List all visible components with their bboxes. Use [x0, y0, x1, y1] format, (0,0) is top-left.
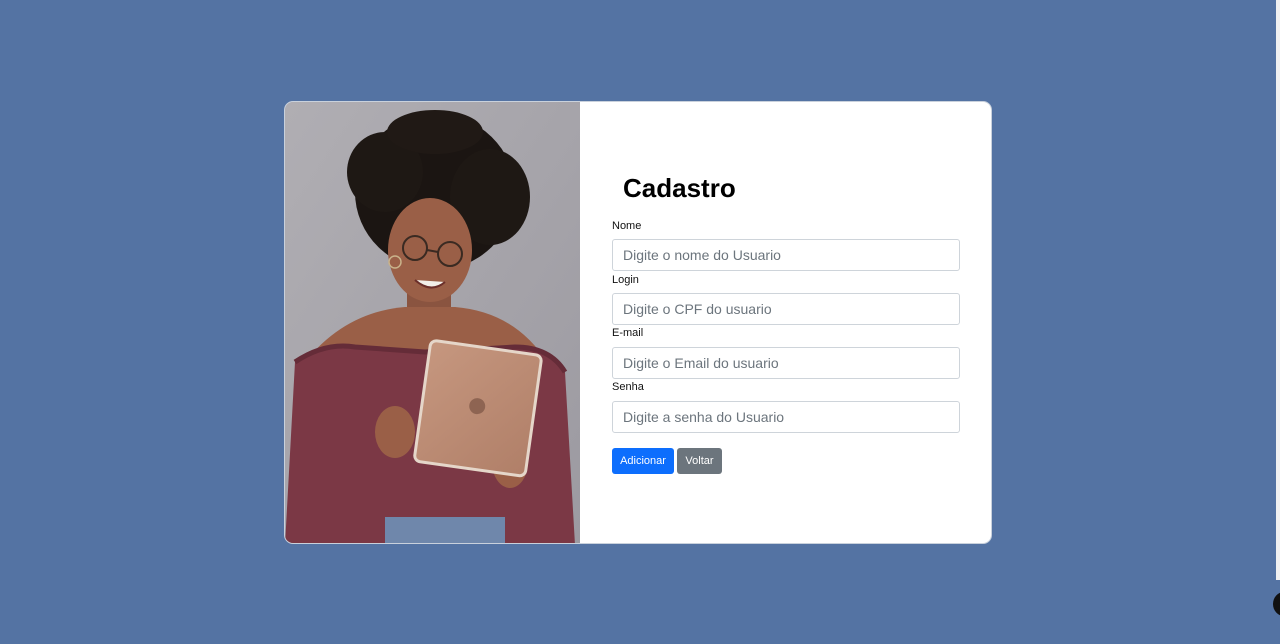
add-button[interactable]: Adicionar — [612, 448, 674, 474]
name-input[interactable] — [612, 239, 960, 271]
password-label: Senha — [612, 381, 644, 393]
page-title: Cadastro — [623, 173, 736, 203]
floating-circle-icon[interactable] — [1273, 592, 1280, 616]
woman-with-tablet-photo — [285, 102, 580, 543]
signup-card: Cadastro Nome Login E-mail Senha Adicion… — [284, 101, 992, 544]
password-input[interactable] — [612, 401, 960, 433]
name-label: Nome — [612, 220, 642, 232]
page-scrollbar[interactable] — [1276, 0, 1280, 580]
email-label: E-mail — [612, 327, 644, 339]
back-button[interactable]: Voltar — [677, 448, 722, 474]
login-label: Login — [612, 274, 639, 286]
email-input[interactable] — [612, 347, 960, 379]
login-input[interactable] — [612, 293, 960, 325]
